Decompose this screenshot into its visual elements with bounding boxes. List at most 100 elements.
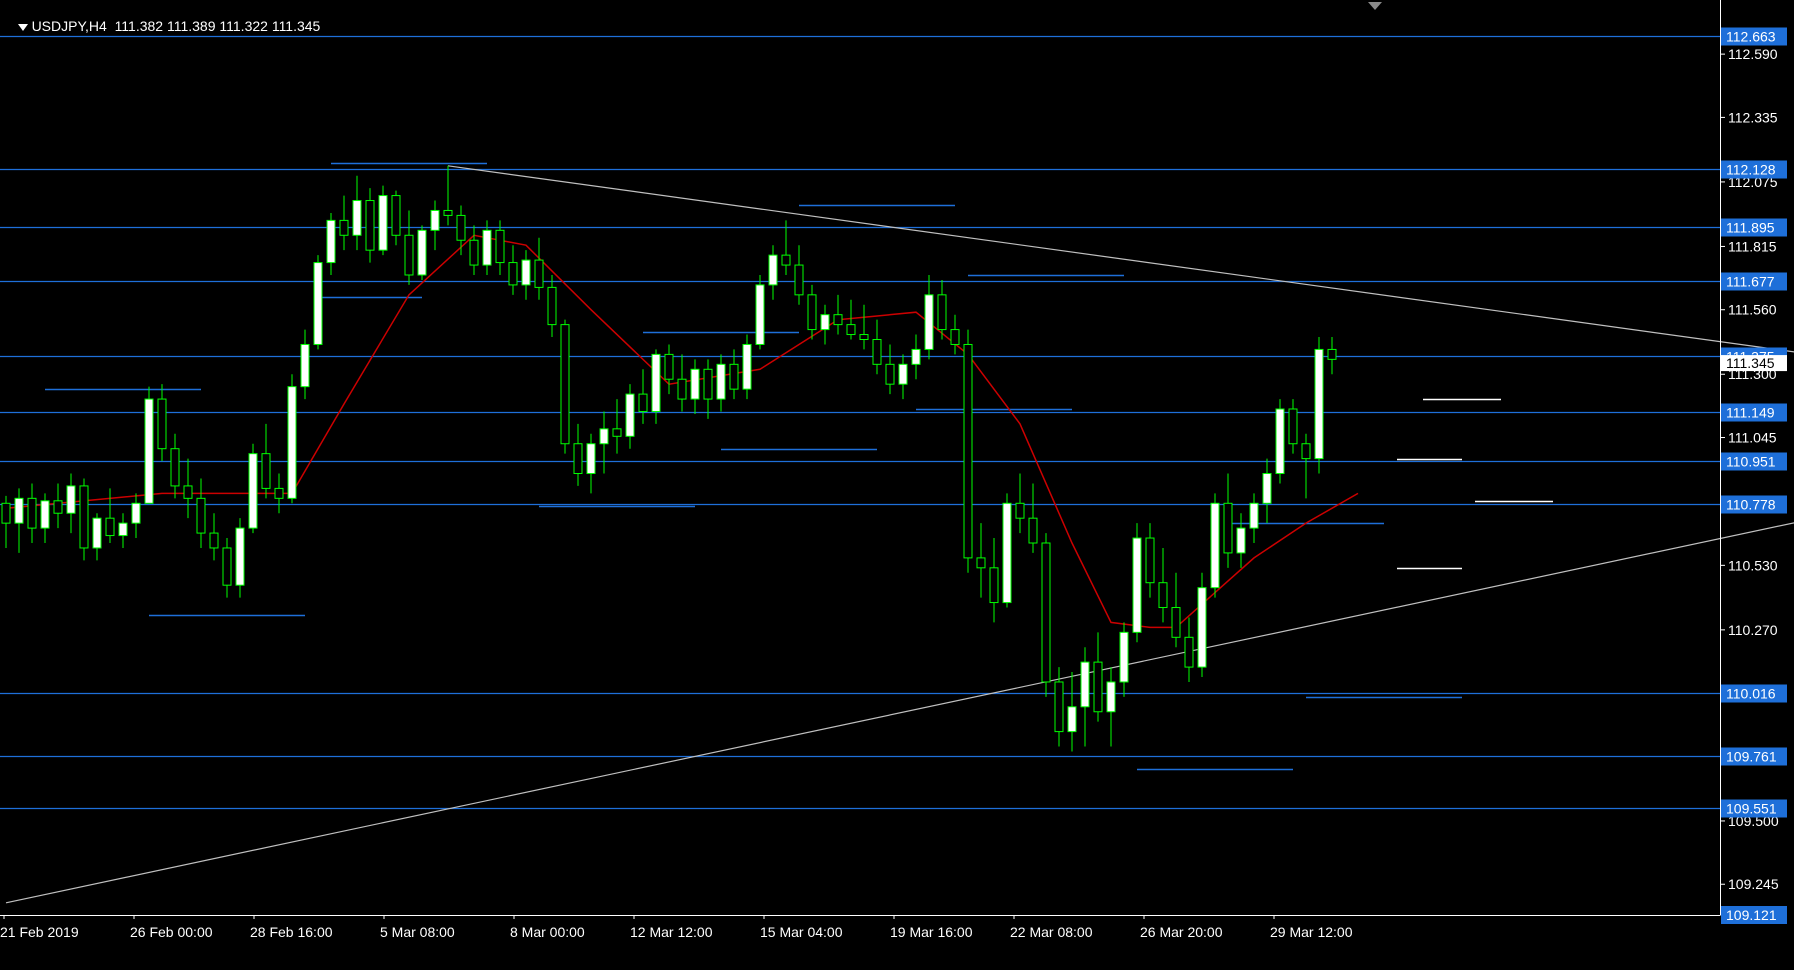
candle-body <box>781 254 791 266</box>
candle-body <box>703 368 713 400</box>
candle-body <box>846 324 856 336</box>
candle-body <box>1223 502 1233 554</box>
candle[interactable] <box>1132 523 1142 643</box>
candle[interactable] <box>313 255 323 350</box>
candle[interactable] <box>1275 399 1285 484</box>
candle[interactable] <box>417 225 427 280</box>
candle-body <box>157 398 167 450</box>
candle-body <box>1093 661 1103 713</box>
candle-body <box>1054 681 1064 733</box>
candle-body <box>1275 408 1285 475</box>
candle-body <box>1171 607 1181 638</box>
candle-body <box>14 497 24 524</box>
candle-body <box>794 264 804 296</box>
candle-body <box>170 448 180 487</box>
candle[interactable] <box>287 374 297 504</box>
candle-body <box>1262 473 1272 504</box>
candle[interactable] <box>1041 533 1051 697</box>
candle-body <box>599 428 609 445</box>
candle-body <box>1249 502 1259 529</box>
candle-body <box>53 500 63 514</box>
candle-body <box>404 234 414 276</box>
time-tick-label: 26 Mar 20:00 <box>1140 924 1223 940</box>
price-tag-label: 111.895 <box>1726 220 1775 236</box>
candle-body <box>1002 502 1012 604</box>
candle-body <box>378 195 388 251</box>
candle-body <box>469 239 479 266</box>
candle-body <box>664 353 674 380</box>
candle-body <box>66 485 76 514</box>
price-tag-label: 110.016 <box>1726 686 1776 702</box>
price-tick-label: 111.560 <box>1728 302 1777 318</box>
candle-body <box>768 254 778 286</box>
price-tag-label: 111.149 <box>1726 405 1775 421</box>
candle-body <box>742 343 752 390</box>
time-tick-label: 15 Mar 04:00 <box>760 924 843 940</box>
candle-body <box>417 229 427 276</box>
chart-area[interactable]: 112.590 112.335 112.075 111.815 111.560 111.3… <box>0 0 1794 965</box>
candle-body <box>729 363 739 390</box>
candle-body <box>963 343 973 559</box>
price-tick-label: 109.245 <box>1728 876 1779 892</box>
candle-body <box>560 324 570 445</box>
price-tag-label: 109.551 <box>1726 801 1777 817</box>
candle-body <box>131 502 141 524</box>
candle-body <box>456 214 466 241</box>
candle[interactable] <box>755 274 765 350</box>
candle-body <box>118 522 128 537</box>
time-tick-label: 26 Feb 00:00 <box>130 924 213 940</box>
candle[interactable] <box>1314 337 1324 474</box>
candle[interactable] <box>235 518 245 598</box>
candle[interactable] <box>79 478 89 561</box>
candle-body <box>755 284 765 345</box>
candle-body <box>92 517 102 549</box>
candle[interactable] <box>1210 493 1220 598</box>
candle[interactable] <box>378 185 388 256</box>
price-tag-label: 112.663 <box>1726 29 1776 45</box>
time-tick-label: 19 Mar 16:00 <box>890 924 973 940</box>
candle[interactable] <box>1197 572 1207 678</box>
candle-body <box>937 294 947 331</box>
price-tag-label: 109.761 <box>1726 749 1777 765</box>
price-tick-label: 111.815 <box>1728 238 1777 254</box>
time-tick-label: 5 Mar 08:00 <box>380 924 455 940</box>
time-tick-label: 8 Mar 00:00 <box>510 924 585 940</box>
candle-body <box>573 443 583 475</box>
candle-body <box>924 294 934 350</box>
candle-body <box>183 485 193 499</box>
dropdown-triangle-icon[interactable] <box>17 23 28 31</box>
price-tick-label: 112.335 <box>1728 109 1778 125</box>
candle[interactable] <box>963 329 973 573</box>
candle-body <box>534 259 544 288</box>
price-tag-label: 110.778 <box>1726 497 1776 513</box>
candle-body <box>365 200 375 251</box>
candle[interactable] <box>144 386 154 504</box>
candle-body <box>300 343 310 388</box>
price-chart[interactable]: 112.590112.335112.075111.815111.560111.3… <box>0 0 1794 965</box>
candle-body <box>27 497 37 529</box>
candle-body <box>1067 706 1077 733</box>
candle[interactable] <box>1002 493 1012 608</box>
candle[interactable] <box>560 319 570 454</box>
candle-body <box>352 200 362 236</box>
candle-body <box>1210 502 1220 589</box>
candle-body <box>690 368 700 400</box>
candle-body <box>1028 517 1038 544</box>
price-tag-label: 111.677 <box>1726 274 1775 290</box>
candle-body <box>209 532 219 549</box>
price-tick-label: 111.045 <box>1728 430 1777 446</box>
candle-body <box>1301 443 1311 460</box>
time-tick-label: 28 Feb 16:00 <box>250 924 333 940</box>
candle-body <box>1041 542 1051 683</box>
candle-body <box>313 262 323 345</box>
bottom-price-label: 109.121 <box>1726 907 1777 923</box>
candle-body <box>1197 587 1207 668</box>
candle-body <box>261 453 271 489</box>
candle-body <box>651 353 661 412</box>
candle-body <box>950 329 960 345</box>
time-tick-label: 29 Mar 12:00 <box>1270 924 1353 940</box>
candle[interactable] <box>248 443 258 534</box>
candle[interactable] <box>742 334 752 400</box>
candle-body <box>976 557 986 569</box>
candle-body <box>222 547 232 586</box>
